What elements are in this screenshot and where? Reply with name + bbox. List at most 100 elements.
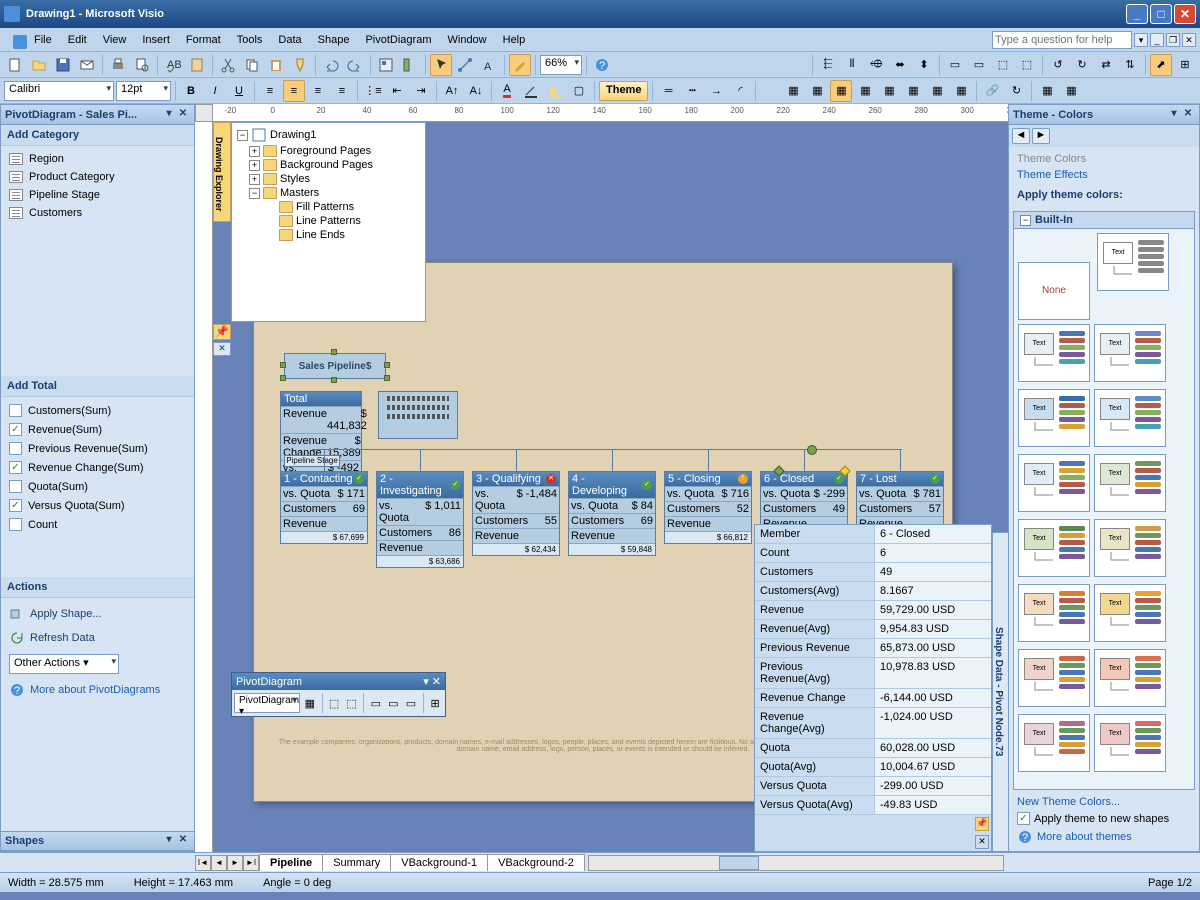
- align-right-button[interactable]: ≡: [307, 80, 329, 102]
- pivot-toolbar-close-icon[interactable]: ✕: [432, 675, 441, 688]
- theme-swatch[interactable]: Text: [1018, 714, 1090, 772]
- total-item[interactable]: ✓Versus Quota(Sum): [5, 496, 190, 515]
- category-item[interactable]: Customers: [5, 204, 190, 222]
- minimize-button[interactable]: _: [1126, 4, 1148, 24]
- data-graphic-5[interactable]: ▦: [878, 80, 900, 102]
- pipeline-node[interactable]: 3 - Qualifying✕ vs. Quota$ -1,484 Custom…: [472, 471, 560, 556]
- send-back[interactable]: ▭: [968, 54, 990, 76]
- dynamic-grid-button[interactable]: ⊞: [1174, 54, 1196, 76]
- align-center-tool[interactable]: ⫴: [841, 54, 863, 76]
- decrease-indent-button[interactable]: ⇤: [386, 80, 408, 102]
- next-page-button[interactable]: ►: [227, 855, 243, 871]
- ungroup[interactable]: ⬚: [1016, 54, 1038, 76]
- pt-btn5[interactable]: ▭: [386, 692, 402, 714]
- menu-shape[interactable]: Shape: [310, 31, 358, 49]
- checkbox[interactable]: [9, 480, 22, 493]
- theme-effects-link[interactable]: Theme Effects: [1017, 169, 1191, 181]
- font-name-dropdown[interactable]: Calibri: [4, 81, 114, 101]
- theme-swatch[interactable]: Text: [1094, 519, 1166, 577]
- explorer-x-icon[interactable]: ✕: [213, 342, 231, 356]
- panel-close-icon[interactable]: ✕: [176, 108, 190, 122]
- menu-help[interactable]: Help: [495, 31, 534, 49]
- increase-font-button[interactable]: A↑: [441, 80, 463, 102]
- theme-swatch[interactable]: Text: [1094, 649, 1166, 707]
- tree-item[interactable]: +Background Pages: [249, 158, 422, 172]
- email-button[interactable]: [76, 54, 98, 76]
- theme-panel-dropdown-icon[interactable]: ▾: [1167, 108, 1181, 122]
- paste-button[interactable]: [265, 54, 287, 76]
- pt-btn4[interactable]: ▭: [368, 692, 384, 714]
- theme-none[interactable]: None: [1018, 262, 1090, 320]
- insert-data-button[interactable]: ▦: [1036, 80, 1058, 102]
- category-item[interactable]: Product Category: [5, 168, 190, 186]
- data-graphic-2[interactable]: ▦: [806, 80, 828, 102]
- expand-icon[interactable]: +: [249, 174, 260, 185]
- data-graphic-1[interactable]: ▦: [782, 80, 804, 102]
- format-painter-button[interactable]: [289, 54, 311, 76]
- pt-btn2[interactable]: ⬚: [326, 692, 342, 714]
- line-pattern-button[interactable]: ┅: [681, 80, 703, 102]
- bold-button[interactable]: B: [180, 80, 202, 102]
- distribute-h[interactable]: ⬌: [889, 54, 911, 76]
- pipeline-node[interactable]: 5 - Closing! vs. Quota$ 716 Customers52 …: [664, 471, 752, 544]
- menu-view[interactable]: View: [95, 31, 135, 49]
- line-weight-button[interactable]: ═: [657, 80, 679, 102]
- theme-swatch[interactable]: Text: [1018, 584, 1090, 642]
- theme-swatch[interactable]: Text: [1018, 389, 1090, 447]
- redo-button[interactable]: [344, 54, 366, 76]
- theme-back-icon[interactable]: ◄: [1012, 128, 1030, 144]
- tree-item[interactable]: Fill Patterns: [249, 200, 422, 214]
- print-button[interactable]: [107, 54, 129, 76]
- prev-page-button[interactable]: ◄: [211, 855, 227, 871]
- category-item[interactable]: Pipeline Stage: [5, 186, 190, 204]
- theme-swatch[interactable]: Text: [1094, 324, 1166, 382]
- pivot-toolbar-dropdown-icon[interactable]: ▾: [423, 675, 429, 688]
- theme-swatch[interactable]: Text: [1018, 649, 1090, 707]
- new-theme-colors-link[interactable]: New Theme Colors...: [1017, 796, 1191, 808]
- data-graphic-8[interactable]: ▦: [950, 80, 972, 102]
- theme-button[interactable]: Theme: [599, 81, 648, 101]
- refresh-data-action[interactable]: Refresh Data: [5, 626, 190, 650]
- drawing-explorer-tab[interactable]: Drawing Explorer: [213, 122, 231, 222]
- menu-data[interactable]: Data: [270, 31, 309, 49]
- rotate-left[interactable]: ↺: [1047, 54, 1069, 76]
- pivotdiagram-toolbar[interactable]: PivotDiagram▾ ✕ PivotDiagram ▾ ▦ ⬚ ⬚ ▭ ▭…: [231, 672, 446, 717]
- page-tab[interactable]: VBackground-1: [390, 854, 488, 871]
- checkbox[interactable]: ✓: [9, 461, 22, 474]
- pivot-source-dropdown[interactable]: PivotDiagram ▾: [234, 693, 300, 713]
- theme-swatch[interactable]: Text: [1094, 389, 1166, 447]
- shapes-dropdown-icon[interactable]: ▾: [162, 834, 176, 848]
- total-item[interactable]: Quota(Sum): [5, 477, 190, 496]
- refresh-all-button[interactable]: ↻: [1005, 80, 1027, 102]
- align-left-button[interactable]: ≡: [259, 80, 281, 102]
- tree-item[interactable]: +Styles: [249, 172, 422, 186]
- theme-panel-close-icon[interactable]: ✕: [1181, 108, 1195, 122]
- pt-btn6[interactable]: ▭: [403, 692, 419, 714]
- stencil-button[interactable]: [399, 54, 421, 76]
- shapes-panel-title[interactable]: Shapes: [5, 835, 44, 847]
- menu-window[interactable]: Window: [440, 31, 495, 49]
- increase-indent-button[interactable]: ⇥: [410, 80, 432, 102]
- sales-pipeline-title[interactable]: Sales Pipeline$: [284, 353, 386, 379]
- data-graphic-6[interactable]: ▦: [902, 80, 924, 102]
- shape-data-tab[interactable]: Shape Data - Pivot Node.73: [992, 532, 1008, 852]
- distribute-v[interactable]: ⬍: [913, 54, 935, 76]
- explorer-pin-icon[interactable]: 📌: [213, 324, 231, 340]
- theme-swatch[interactable]: Text: [1094, 714, 1166, 772]
- more-pivotdiagrams-link[interactable]: ?More about PivotDiagrams: [5, 678, 190, 702]
- menu-tools[interactable]: Tools: [229, 31, 271, 49]
- cut-button[interactable]: [217, 54, 239, 76]
- text-tool-button[interactable]: A: [478, 54, 500, 76]
- flip-v[interactable]: ⇅: [1119, 54, 1141, 76]
- apply-shape-action[interactable]: Apply Shape...: [5, 602, 190, 626]
- shape-data-close-icon[interactable]: ✕: [975, 835, 989, 849]
- shadow-button[interactable]: ▢: [568, 80, 590, 102]
- decrease-font-button[interactable]: A↓: [465, 80, 487, 102]
- font-color-button[interactable]: A: [496, 80, 518, 102]
- total-item[interactable]: ✓Revenue(Sum): [5, 420, 190, 439]
- pipeline-node[interactable]: 1 - Contacting✓ vs. Quota$ 171 Customers…: [280, 471, 368, 544]
- data-graphic-3[interactable]: ▦: [830, 80, 852, 102]
- help-search-input[interactable]: [992, 31, 1132, 49]
- theme-colors-link[interactable]: Theme Colors: [1017, 153, 1191, 165]
- expand-icon[interactable]: +: [249, 160, 260, 171]
